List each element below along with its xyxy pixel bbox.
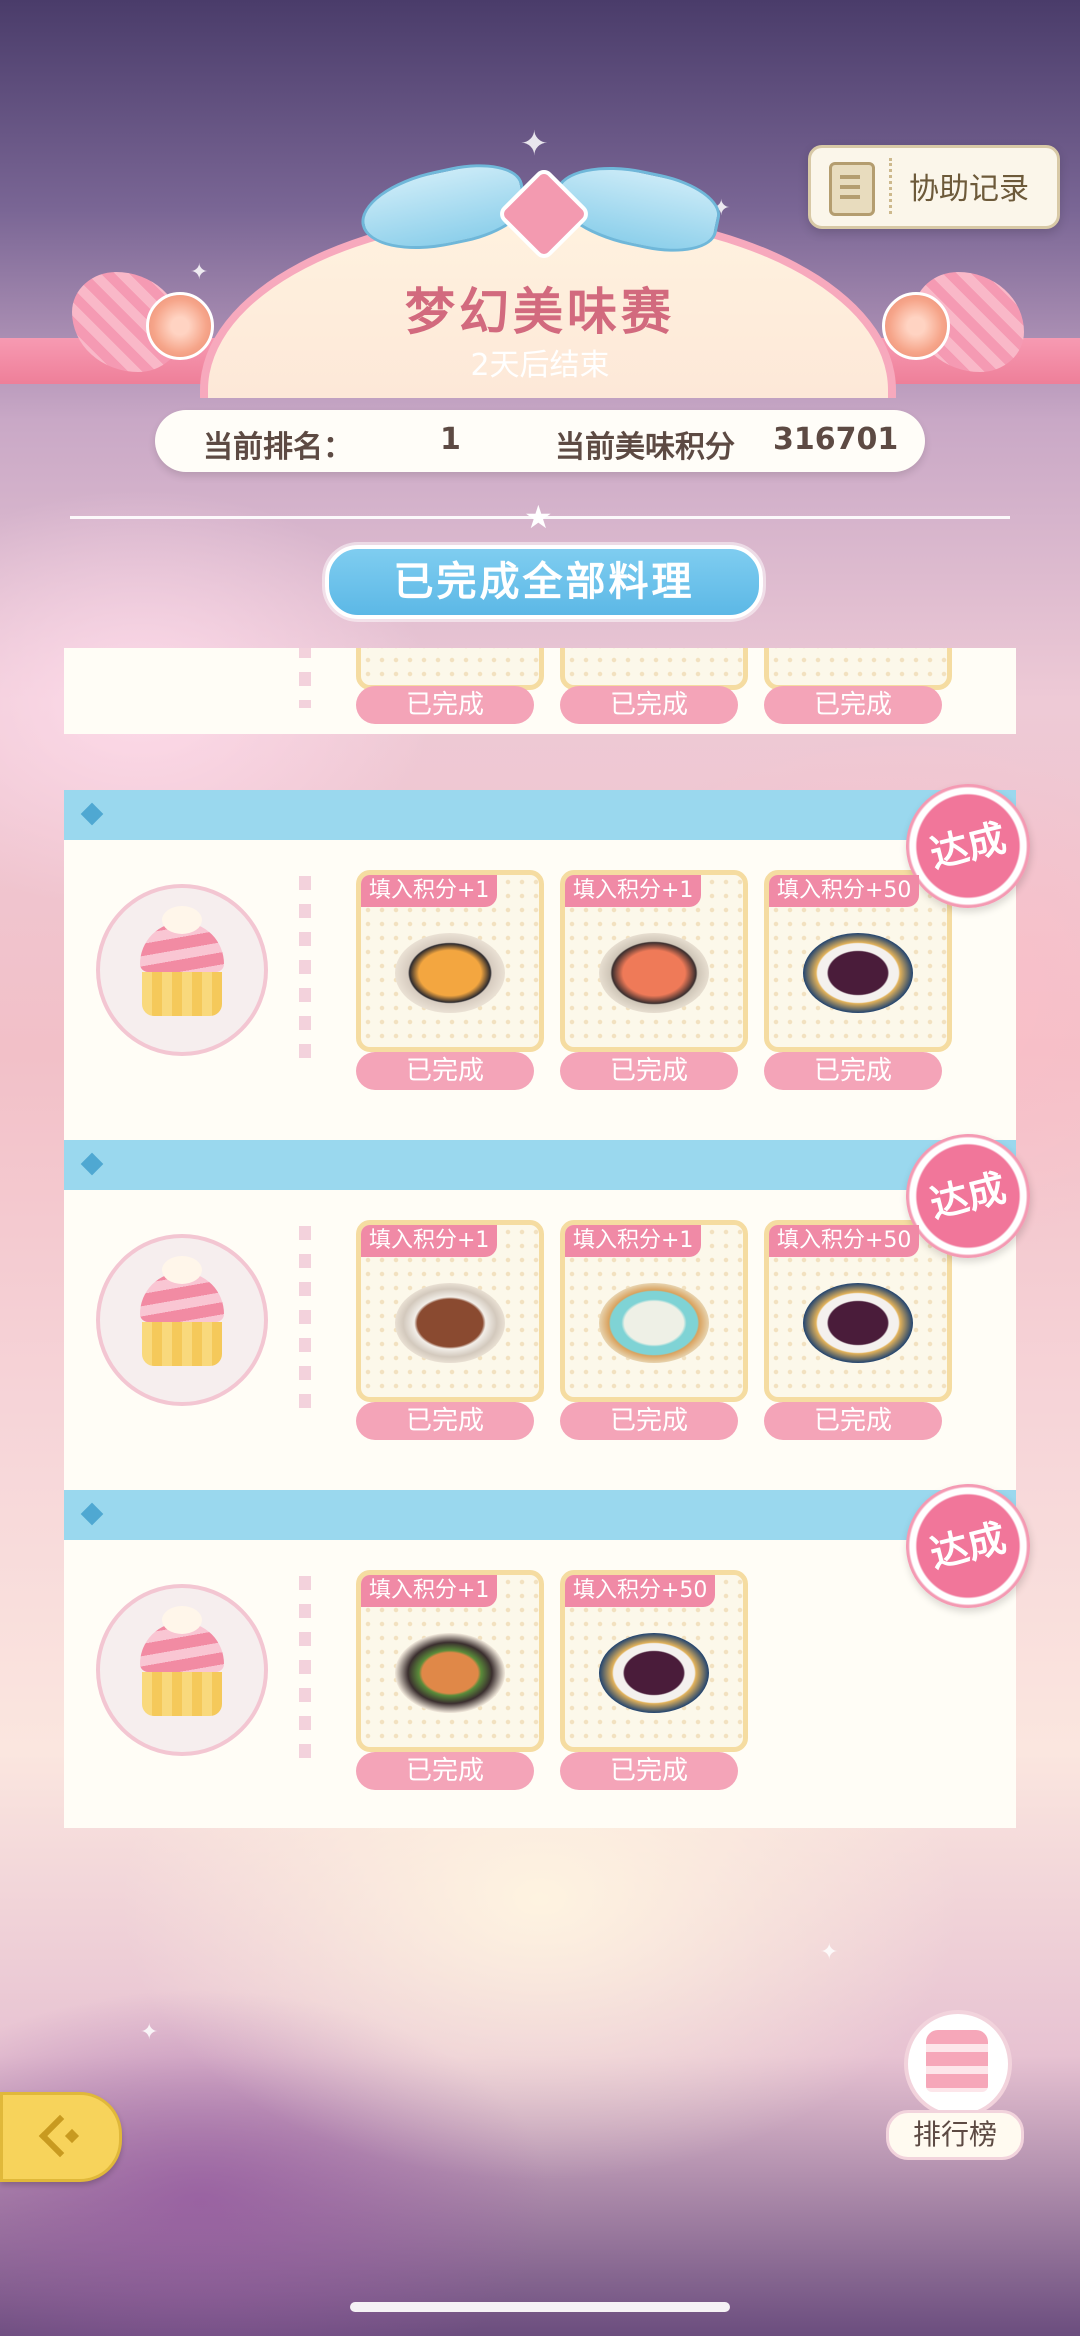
dish-status-badge: 已完成 (560, 1052, 738, 1090)
dotted-divider (299, 648, 311, 708)
dish-status-badge: 已完成 (764, 1402, 942, 1440)
dish-slot (356, 648, 544, 690)
diamond-icon (80, 1502, 104, 1526)
dish-status-badge: 已完成 (356, 686, 534, 724)
dotted-divider (299, 876, 311, 1066)
dotted-divider (299, 1576, 311, 1766)
notebook-icon (829, 162, 875, 216)
dish-status-badge: 已完成 (764, 686, 942, 724)
dish-points-tag: 填入积分+50 (769, 875, 920, 907)
dish-image (599, 1633, 709, 1713)
assist-record-label: 协助记录 (909, 172, 1029, 207)
dish-status-badge: 已完成 (764, 1052, 942, 1090)
pink-bow-right-icon (874, 262, 1024, 392)
cupcake-icon (96, 884, 268, 1056)
rank-value: 1 (440, 422, 461, 457)
cupcake-icon (96, 1234, 268, 1406)
dish-status-badge: 已完成 (560, 686, 738, 724)
task-card-header (64, 790, 1016, 840)
cake-icon (904, 2010, 1012, 2118)
score-label: 当前美味积分 (555, 430, 735, 465)
back-arrow-icon (37, 2113, 83, 2159)
dish-status-badge: 已完成 (356, 1402, 534, 1440)
home-indicator[interactable] (350, 2302, 730, 2312)
task-card-header (64, 1490, 1016, 1540)
dish-slot[interactable]: 填入积分+1 (356, 870, 544, 1052)
dotted-divider (299, 1226, 311, 1416)
dish-image (395, 1283, 505, 1363)
dish-status-badge: 已完成 (560, 1752, 738, 1790)
event-title: 梦幻美味赛 (405, 283, 675, 341)
rank-label: 当前排名： (203, 430, 353, 465)
dish-image (599, 933, 709, 1013)
pink-bow-left-icon (72, 262, 222, 392)
star-icon: ★ (524, 498, 553, 536)
divider (889, 158, 892, 214)
dish-points-tag: 填入积分+1 (361, 1225, 498, 1257)
event-countdown: 2天后结束 (470, 348, 610, 383)
dish-slot[interactable]: 填入积分+1 (560, 1220, 748, 1402)
dish-slot[interactable]: 填入积分+1 (356, 1220, 544, 1402)
diamond-icon (80, 802, 104, 826)
blue-bow-icon (353, 150, 727, 270)
dish-image (803, 1283, 913, 1363)
dish-slot[interactable]: 填入积分+1 (560, 870, 748, 1052)
dish-image (395, 1633, 505, 1713)
task-card-header (64, 1140, 1016, 1190)
dish-points-tag: 填入积分+1 (361, 875, 498, 907)
dish-slot (560, 648, 748, 690)
dish-slot[interactable]: 填入积分+1 (356, 1570, 544, 1752)
dish-points-tag: 填入积分+1 (565, 1225, 702, 1257)
all-dishes-completed-banner: 已完成全部料理 (325, 545, 763, 619)
diamond-icon (80, 1152, 104, 1176)
dish-points-tag: 填入积分+1 (565, 875, 702, 907)
leaderboard-label: 排行榜 (886, 2110, 1024, 2160)
score-value: 316701 (773, 422, 899, 457)
cupcake-icon (96, 1584, 268, 1756)
dish-status-badge: 已完成 (356, 1752, 534, 1790)
dish-points-tag: 填入积分+50 (565, 1575, 716, 1607)
sparkle-icon: ✦ (140, 2020, 159, 2045)
dish-image (599, 1283, 709, 1363)
dish-points-tag: 填入积分+1 (361, 1575, 498, 1607)
dish-points-tag: 填入积分+50 (769, 1225, 920, 1257)
dish-slot[interactable]: 填入积分+50 (560, 1570, 748, 1752)
dish-status-badge: 已完成 (560, 1402, 738, 1440)
dish-slot[interactable]: 填入积分+50 (764, 870, 952, 1052)
dish-image (803, 933, 913, 1013)
task-list[interactable]: 已完成 已完成 已完成 填入积分+1 填入积分+1 填入积分+50 已完成 已完… (0, 648, 1080, 1828)
dish-slot[interactable]: 填入积分+50 (764, 1220, 952, 1402)
assist-record-button[interactable]: 协助记录 (808, 145, 1060, 229)
dish-status-badge: 已完成 (356, 1052, 534, 1090)
dish-image (395, 933, 505, 1013)
leaderboard-button[interactable]: 排行榜 (886, 2010, 1024, 2160)
dish-slot (764, 648, 952, 690)
back-button[interactable] (0, 2092, 122, 2182)
sparkle-icon: ✦ (820, 1940, 839, 1965)
rank-score-panel: 当前排名： 1 当前美味积分 316701 (155, 410, 925, 472)
